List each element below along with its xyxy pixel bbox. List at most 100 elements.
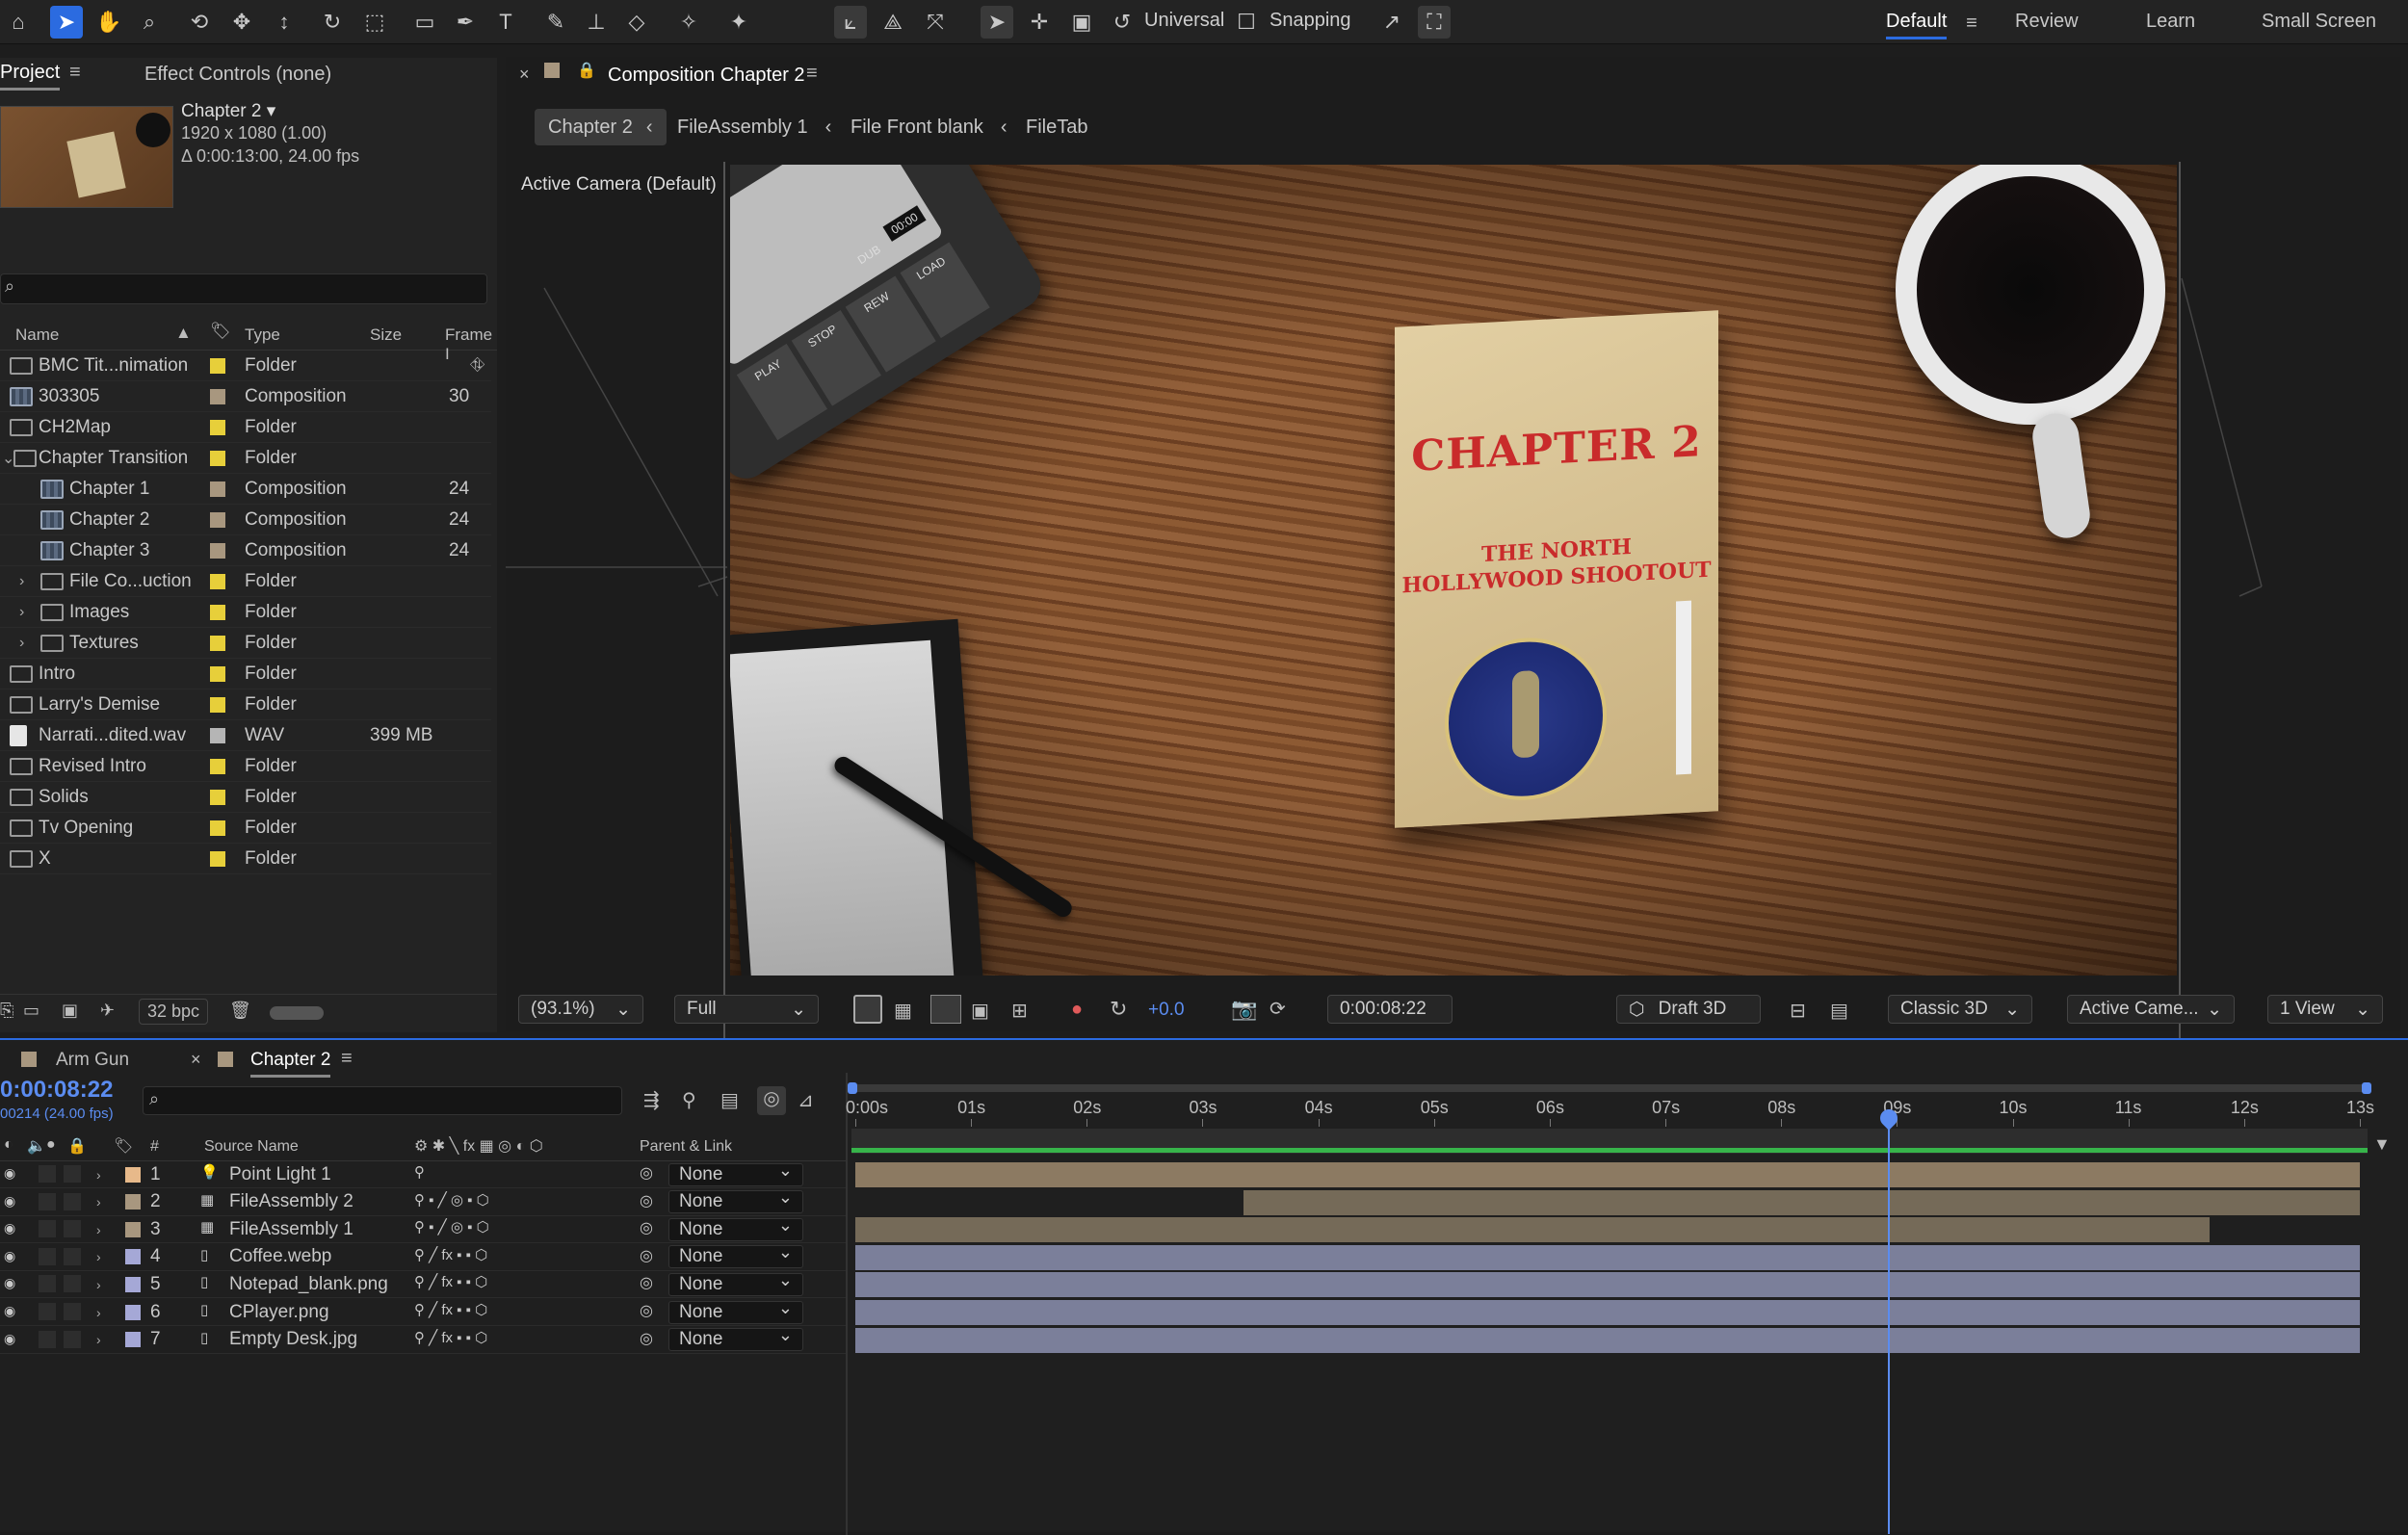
breadcrumb-file-front-blank[interactable]: File Front blank ‹ bbox=[851, 109, 1008, 145]
workspace-default[interactable]: Default bbox=[1886, 11, 1948, 39]
label-column-icon[interactable]: 🏷 bbox=[210, 322, 231, 341]
label-swatch[interactable] bbox=[210, 850, 225, 867]
label-swatch[interactable] bbox=[210, 696, 225, 713]
hand-tool-icon[interactable]: ✋ bbox=[92, 6, 125, 39]
label-swatch[interactable] bbox=[210, 542, 225, 559]
gizmo-rotate-icon[interactable]: ↺ bbox=[1106, 6, 1139, 39]
playhead[interactable] bbox=[1876, 1106, 1901, 1534]
transparency-grid-icon[interactable]: ▦ bbox=[894, 999, 912, 1023]
label-swatch[interactable] bbox=[210, 820, 225, 836]
project-item[interactable]: Solids Folder bbox=[0, 782, 491, 813]
thumbnail-size-slider[interactable] bbox=[270, 1006, 324, 1020]
project-item[interactable]: Larry's Demise Folder bbox=[0, 689, 491, 720]
breadcrumb-chapter-2[interactable]: Chapter 2 ‹ bbox=[535, 109, 667, 145]
3d-ground-plane-icon[interactable]: ⊟ bbox=[1790, 999, 1806, 1023]
mask-path-icon[interactable] bbox=[930, 995, 961, 1024]
local-axis-icon[interactable]: ⟀ bbox=[834, 6, 867, 39]
project-search-input[interactable]: ⌕ bbox=[0, 273, 487, 304]
project-item[interactable]: X Folder bbox=[0, 844, 491, 874]
project-item[interactable]: Chapter 1 Composition 24 bbox=[0, 474, 491, 505]
workspace-small-screen[interactable]: Small Screen bbox=[2262, 11, 2376, 33]
label-swatch[interactable] bbox=[210, 665, 225, 682]
layer-duration-bar[interactable] bbox=[855, 1162, 2360, 1187]
universal-mode-label[interactable]: Universal bbox=[1144, 10, 1224, 32]
selection-tool-icon[interactable]: ➤ bbox=[50, 6, 83, 39]
project-item[interactable]: Chapter 2 Composition 24 bbox=[0, 505, 491, 535]
trash-icon[interactable]: 🗑 bbox=[229, 1001, 251, 1021]
label-swatch[interactable] bbox=[210, 481, 225, 497]
region-of-interest-icon[interactable]: ▣ bbox=[971, 999, 989, 1023]
column-name[interactable]: Name bbox=[15, 325, 59, 345]
layer-duration-bar[interactable] bbox=[855, 1272, 2360, 1298]
project-item[interactable]: CH2Map Folder bbox=[0, 412, 491, 443]
project-menu-icon[interactable]: ≡ bbox=[69, 62, 81, 84]
gizmo-scale-icon[interactable]: ▣ bbox=[1065, 6, 1098, 39]
lock-icon[interactable]: 🔒 bbox=[577, 61, 596, 80]
chevron-right-icon[interactable]: › bbox=[19, 635, 24, 652]
sort-ascending-icon[interactable]: ▲ bbox=[175, 324, 192, 343]
label-swatch[interactable] bbox=[210, 511, 225, 528]
layer-duration-bar[interactable] bbox=[855, 1327, 2360, 1353]
timecode-display[interactable]: 0:00:08:22 bbox=[1327, 995, 1453, 1024]
label-swatch[interactable] bbox=[210, 357, 225, 374]
view-layout-select[interactable]: 1 View ⌄ bbox=[2267, 995, 2383, 1024]
column-size[interactable]: Size bbox=[370, 325, 402, 345]
eraser-tool-icon[interactable]: ◇ bbox=[620, 6, 653, 39]
project-tab[interactable]: Project bbox=[0, 62, 61, 91]
show-snapshot-icon[interactable]: ⟳ bbox=[1269, 997, 1286, 1021]
zoom-tool-icon[interactable]: ⌕ bbox=[133, 6, 166, 39]
snapping-label[interactable]: Snapping bbox=[1269, 10, 1351, 32]
snap-grid-icon[interactable]: ⛶ bbox=[1418, 6, 1451, 39]
project-item[interactable]: › File Co...uction Folder bbox=[0, 566, 491, 597]
project-item[interactable]: Narrati...dited.wav WAV 399 MB bbox=[0, 720, 491, 751]
project-item[interactable]: Intro Folder bbox=[0, 659, 491, 689]
snapshot-camera-icon[interactable]: 📷 bbox=[1231, 997, 1257, 1022]
exposure-value[interactable]: +0.0 bbox=[1148, 1000, 1185, 1021]
label-swatch[interactable] bbox=[210, 573, 225, 589]
project-item[interactable]: BMC Tit...nimation Folder ⛗ bbox=[0, 351, 491, 381]
puppet-pin-icon[interactable]: ✦ bbox=[722, 6, 755, 39]
chevron-right-icon[interactable]: › bbox=[19, 573, 24, 590]
dependencies-icon[interactable]: ✈ bbox=[100, 1001, 115, 1021]
gizmo-move-icon[interactable]: ✛ bbox=[1023, 6, 1056, 39]
brush-tool-icon[interactable]: ✎ bbox=[539, 6, 572, 39]
close-viewer-icon[interactable]: × bbox=[519, 65, 530, 85]
label-swatch[interactable] bbox=[210, 450, 225, 466]
toggle-grid-icon[interactable]: ⊞ bbox=[1011, 999, 1028, 1023]
gizmo-select-icon[interactable]: ➤ bbox=[981, 6, 1013, 39]
workspace-learn[interactable]: Learn bbox=[2146, 11, 2195, 33]
composition-canvas[interactable]: PLAY STOP REW LOAD DUB 00:00 CHAPTER 2 T… bbox=[730, 165, 2177, 976]
interpret-footage-icon[interactable]: ⎘ bbox=[0, 1001, 13, 1021]
pen-tool-icon[interactable]: ✒ bbox=[449, 6, 482, 39]
clone-stamp-icon[interactable]: ⊥ bbox=[580, 6, 613, 39]
snap-options-icon[interactable]: ↗ bbox=[1375, 6, 1408, 39]
viewer-menu-icon[interactable]: ≡ bbox=[806, 63, 818, 85]
bit-depth-button[interactable]: 32 bpc bbox=[139, 999, 209, 1025]
column-type[interactable]: Type bbox=[245, 325, 280, 345]
workspace-menu-icon[interactable]: ≡ bbox=[1955, 7, 1988, 39]
color-channels-icon[interactable]: ● bbox=[1071, 999, 1083, 1021]
pan-camera-icon[interactable]: ✥ bbox=[225, 6, 258, 39]
layer-duration-bar[interactable] bbox=[855, 1300, 2360, 1325]
anchor-tool-icon[interactable]: ⬚ bbox=[358, 6, 391, 39]
effect-controls-tab[interactable]: Effect Controls (none) bbox=[144, 64, 331, 86]
extended-viewer-icon[interactable]: ▤ bbox=[1830, 999, 1848, 1023]
project-item[interactable]: Tv Opening Folder bbox=[0, 813, 491, 844]
label-swatch[interactable] bbox=[210, 388, 225, 404]
label-swatch[interactable] bbox=[210, 789, 225, 805]
layer-duration-bar[interactable] bbox=[855, 1244, 2360, 1270]
resolution-select[interactable]: Full ⌄ bbox=[674, 995, 819, 1024]
roto-brush-icon[interactable]: ✧ bbox=[672, 6, 705, 39]
label-swatch[interactable] bbox=[210, 758, 225, 774]
project-item[interactable]: 303305 Composition 30 bbox=[0, 381, 491, 412]
world-axis-icon[interactable]: ⟁ bbox=[877, 6, 909, 39]
project-item[interactable]: ⌄ Chapter Transition Folder bbox=[0, 443, 491, 474]
chevron-right-icon[interactable]: › bbox=[19, 604, 24, 621]
project-item[interactable]: › Textures Folder bbox=[0, 628, 491, 659]
orbit-camera-icon[interactable]: ⟲ bbox=[183, 6, 216, 39]
breadcrumb-fileassembly-1[interactable]: FileAssembly 1 ‹ bbox=[677, 109, 831, 145]
layer-duration-bar[interactable] bbox=[855, 1217, 2210, 1243]
reset-exposure-icon[interactable]: ↻ bbox=[1110, 997, 1127, 1022]
renderer-select[interactable]: Classic 3D ⌄ bbox=[1888, 995, 2032, 1024]
layer-duration-bar[interactable] bbox=[1243, 1189, 2360, 1215]
